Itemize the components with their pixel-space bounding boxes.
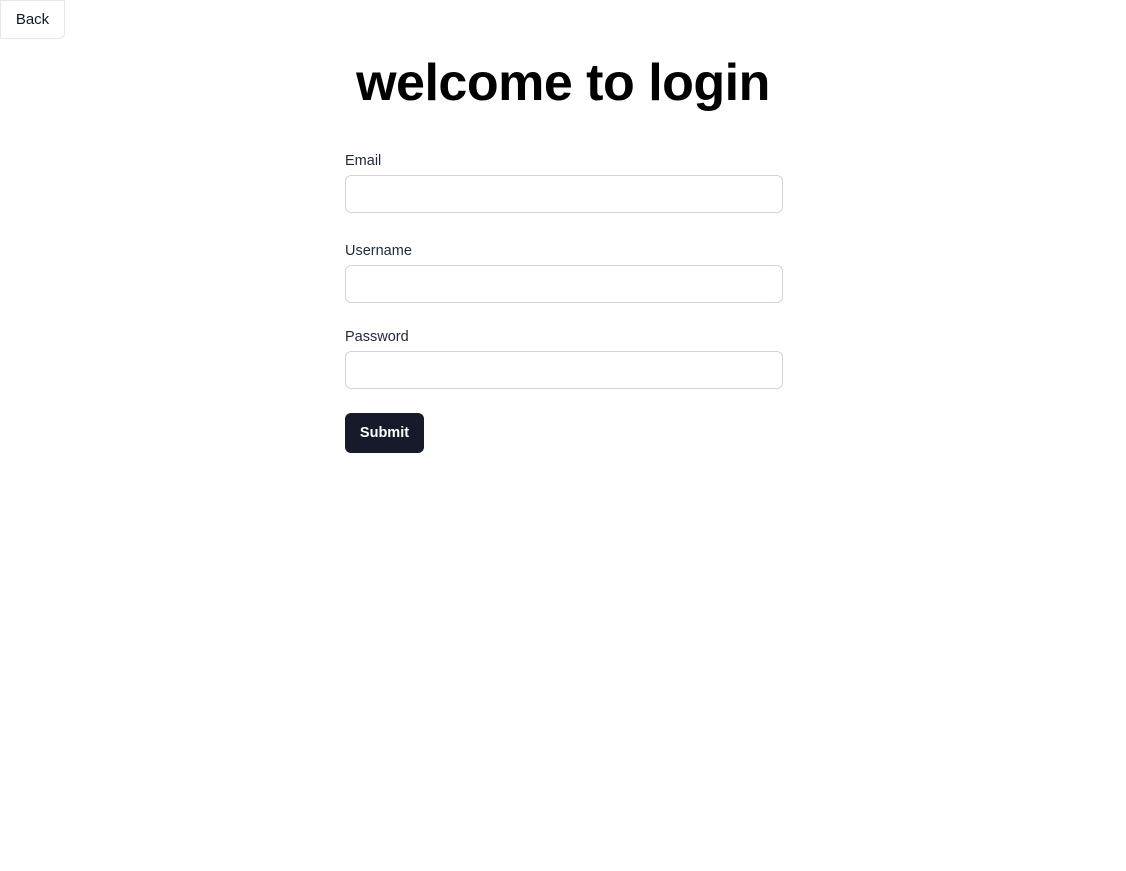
email-input[interactable]: [345, 175, 783, 213]
username-field-group: Username: [345, 242, 783, 303]
back-button[interactable]: Back: [0, 0, 65, 39]
submit-button[interactable]: Submit: [345, 413, 424, 453]
username-input[interactable]: [345, 265, 783, 303]
login-page: Back welcome to login Email Username Pas…: [0, 0, 1126, 871]
password-input[interactable]: [345, 351, 783, 389]
password-field-group: Password: [345, 328, 783, 389]
email-field-group: Email: [345, 152, 783, 213]
password-label: Password: [345, 329, 409, 345]
email-label: Email: [345, 153, 382, 169]
username-label: Username: [345, 243, 412, 259]
page-title: welcome to login: [356, 54, 770, 112]
